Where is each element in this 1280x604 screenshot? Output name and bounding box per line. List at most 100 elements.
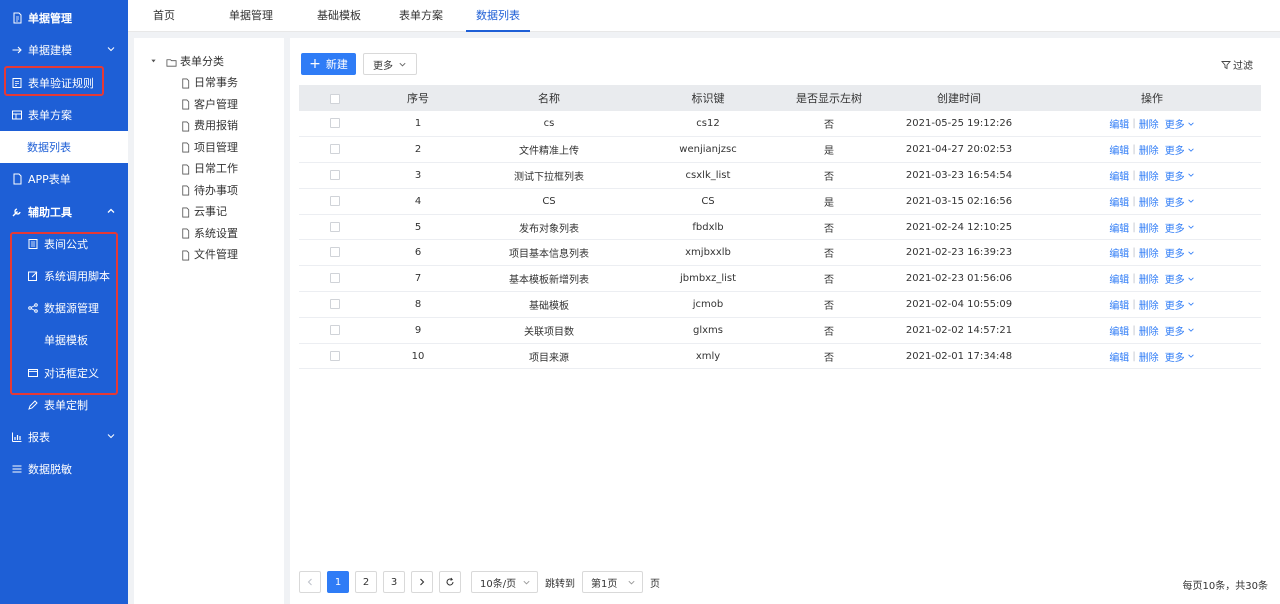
delete-link[interactable]: 删除 [1139,297,1159,312]
tree-node[interactable]: 文件管理 [180,245,238,265]
tree-node[interactable]: 日常工作 [180,159,238,179]
next-page-button[interactable] [411,571,433,593]
sidebar-item-9[interactable]: 数据源管理 [0,292,128,324]
sidebar-item-0[interactable]: 单据管理 [0,2,128,34]
more-actions-link[interactable]: 更多 [1165,297,1195,312]
delete-link[interactable]: 删除 [1139,194,1159,209]
delete-link[interactable]: 删除 [1139,142,1159,157]
edit-link[interactable]: 编辑 [1109,349,1129,364]
sidebar-item-7[interactable]: 表间公式 [0,228,128,260]
more-actions-link[interactable]: 更多 [1165,220,1195,235]
cell-actions: 编辑 | 删除 更多 [1043,239,1261,267]
edit-link[interactable]: 编辑 [1109,168,1129,183]
row-checkbox[interactable] [330,118,340,129]
prev-page-button[interactable] [299,571,321,593]
new-button[interactable]: + 新建 [301,53,356,75]
row-checkbox[interactable] [330,247,340,258]
delete-link[interactable]: 删除 [1139,323,1159,338]
more-button[interactable]: 更多 [363,53,417,75]
table-row[interactable]: 1 cs cs12 否 2021-05-25 19:12:26 编辑 | 删除 更多 [299,111,1261,138]
tab-2[interactable]: 基础模板 [298,0,380,32]
more-actions-link[interactable]: 更多 [1165,349,1195,364]
row-checkbox[interactable] [330,324,340,335]
more-actions-link[interactable]: 更多 [1165,245,1195,260]
edit-link[interactable]: 编辑 [1109,116,1129,131]
tree-node[interactable]: 待办事项 [180,181,238,201]
delete-link[interactable]: 删除 [1139,271,1159,286]
tree-node[interactable]: 系统设置 [180,224,238,244]
table-row[interactable]: 6 项目基本信息列表 xmjbxxlb 否 2021-02-23 16:39:23 编辑 |… [299,239,1261,267]
sidebar-item-11[interactable]: 对话框定义 [0,357,128,389]
filter-button[interactable]: 过滤 [1221,57,1253,72]
tree-node[interactable]: 客户管理 [180,95,238,115]
sidebar-item-1[interactable]: 单据建模 [0,34,128,66]
sidebar-item-3[interactable]: 表单方案 [0,99,128,131]
edit-link[interactable]: 编辑 [1109,323,1129,338]
table-row[interactable]: 3 测试下拉框列表 csxlk_list 否 2021-03-23 16:54:54 编辑… [299,162,1261,189]
row-checkbox[interactable] [330,195,340,206]
refresh-button[interactable] [439,571,461,593]
sidebar-item-6[interactable]: 辅助工具 [0,196,128,228]
edit-link[interactable]: 编辑 [1109,245,1129,260]
sidebar-item-14[interactable]: 数据脱敏 [0,453,128,485]
sidebar-item-8[interactable]: 系统调用脚本 [0,260,128,292]
sidebar-item-12[interactable]: 表单定制 [0,389,128,421]
tab-1[interactable]: 单据管理 [210,0,292,32]
row-checkbox[interactable] [330,144,340,155]
delete-link[interactable]: 删除 [1139,168,1159,183]
table-row[interactable]: 4 CS CS 是 2021-03-15 02:16:56 编辑 | 删除 更多 [299,188,1261,215]
caret-down-icon[interactable] [150,57,160,67]
jump-label: 跳转到 [545,578,575,590]
table-row[interactable]: 9 关联项目数 glxms 否 2021-02-02 14:57:21 编辑 | 删除 更多 [299,317,1261,344]
delete-link[interactable]: 删除 [1139,116,1159,131]
tree-node[interactable]: 费用报销 [180,116,238,136]
tree-node[interactable]: 日常事务 [180,73,238,93]
tab-3[interactable]: 表单方案 [380,0,462,32]
sidebar-item-5[interactable]: APP表单 [0,163,128,195]
more-actions-link[interactable]: 更多 [1165,323,1195,338]
more-actions-link[interactable]: 更多 [1165,168,1195,183]
table-row[interactable]: 5 发布对象列表 fbdxlb 否 2021-02-24 12:10:25 编辑 | 删除 更多 [299,214,1261,241]
row-checkbox[interactable] [330,221,340,232]
select-cell [299,239,371,267]
more-actions-label: 更多 [1164,300,1185,312]
row-checkbox[interactable] [330,169,340,180]
delete-link[interactable]: 删除 [1139,220,1159,235]
row-checkbox[interactable] [330,273,340,284]
more-actions-link[interactable]: 更多 [1165,142,1195,157]
more-actions-link[interactable]: 更多 [1165,116,1195,131]
table-row[interactable]: 7 基本模板新增列表 jbmbxz_list 否 2021-02-23 01:56:06… [299,265,1261,293]
tree-node[interactable]: 项目管理 [180,138,238,158]
table-row[interactable]: 10 项目来源 xmly 否 2021-02-01 17:34:48 编辑 | 删除 更多 [299,343,1261,370]
edit-link[interactable]: 编辑 [1109,271,1129,286]
tree-root[interactable]: 表单分类 [150,52,224,72]
page-button-3[interactable]: 3 [383,571,405,593]
delete-link[interactable]: 删除 [1139,245,1159,260]
tab-4[interactable]: 数据列表 [466,0,530,32]
select-cell [299,343,371,370]
delete-link[interactable]: 删除 [1139,349,1159,364]
tree-node[interactable]: 云事记 [180,202,227,222]
row-checkbox[interactable] [330,350,340,361]
table-row[interactable]: 2 文件精准上传 wenjianjzsc 是 2021-04-27 20:02:53 编辑… [299,136,1261,164]
edit-link[interactable]: 编辑 [1109,297,1129,312]
edit-link[interactable]: 编辑 [1109,220,1129,235]
more-actions-link[interactable]: 更多 [1165,271,1195,286]
jump-page-select[interactable]: 第1页 [582,571,643,593]
more-actions-link[interactable]: 更多 [1165,194,1195,209]
page-size-select[interactable]: 10条/页 [471,571,538,593]
sidebar-item-4[interactable]: 数据列表 [0,131,128,163]
row-checkbox[interactable] [330,298,340,309]
edit-link[interactable]: 编辑 [1109,142,1129,157]
tab-0[interactable]: 首页 [144,0,184,32]
select-all-checkbox[interactable] [330,93,340,104]
page-button-1[interactable]: 1 [327,571,349,593]
sidebar-item-2[interactable]: 表单验证规则 [0,67,128,99]
page-button-2[interactable]: 2 [355,571,377,593]
chevron-down-icon [106,431,116,441]
folder-icon [166,58,177,67]
table-row[interactable]: 8 基础模板 jcmob 否 2021-02-04 10:55:09 编辑 | 删除 更多 [299,291,1261,318]
sidebar-item-13[interactable]: 报表 [0,421,128,453]
sidebar-item-10[interactable]: 单据模板 [0,324,128,356]
edit-link[interactable]: 编辑 [1109,194,1129,209]
